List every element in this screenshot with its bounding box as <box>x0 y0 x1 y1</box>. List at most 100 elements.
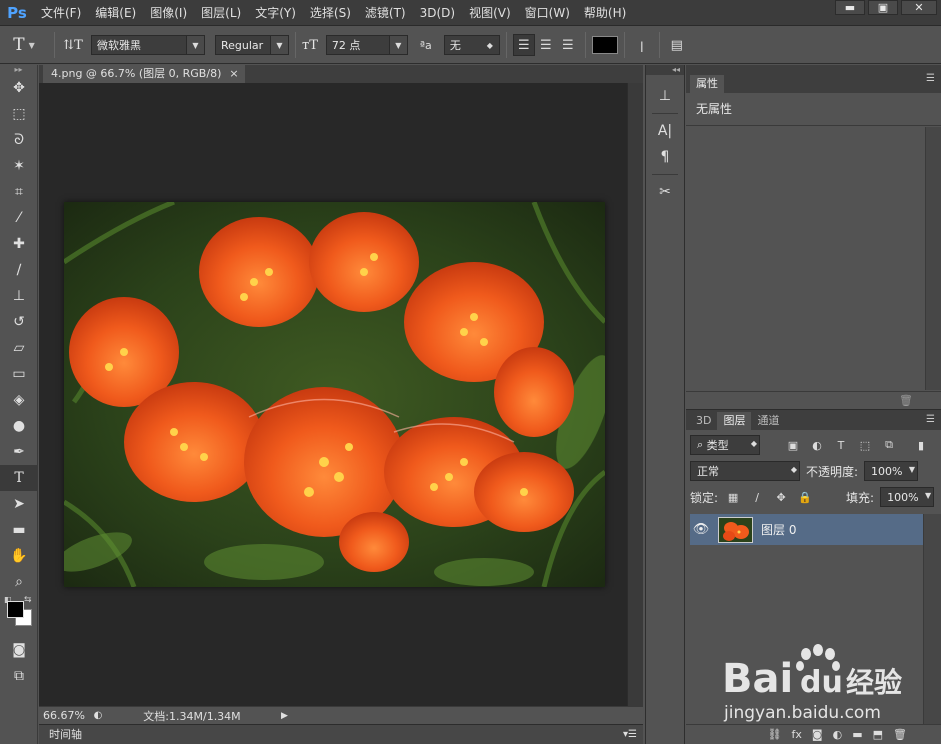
swap-colors-icon[interactable]: ⇆ <box>24 595 32 605</box>
layers-scrollbar[interactable] <box>923 514 941 724</box>
menu-item-1[interactable]: 编辑(E) <box>88 0 143 26</box>
maximize-button[interactable]: ▣ <box>868 0 898 15</box>
lock-image-icon[interactable]: ∕ <box>748 488 766 506</box>
move-tool-button[interactable]: ✥ <box>0 75 38 101</box>
eye-icon[interactable]: 👁 <box>690 522 712 537</box>
tab-properties[interactable]: 属性 <box>690 75 724 93</box>
stamp-tool-button[interactable]: ⊥ <box>0 283 38 309</box>
eyedropper-tool-button[interactable]: ⁄ <box>0 205 38 231</box>
tab-3d[interactable]: 3D <box>690 412 717 430</box>
menu-item-2[interactable]: 图像(I) <box>143 0 194 26</box>
canvas-workspace[interactable] <box>39 83 627 706</box>
properties-tabs: 属性 ☰ <box>686 65 941 93</box>
fill-field[interactable]: 100% ▼ <box>880 487 935 507</box>
tab-layers[interactable]: 图层 <box>717 412 752 430</box>
lasso-tool-button[interactable]: ᘐ <box>0 127 38 153</box>
add-mask-icon[interactable]: ◙ <box>812 728 823 741</box>
menu-item-7[interactable]: 3D(D) <box>413 0 462 26</box>
tab-channels[interactable]: 通道 <box>751 412 785 430</box>
panel-menu-icon[interactable]: ☰ <box>926 414 935 425</box>
filter-toggle-icon[interactable]: ▮ <box>912 436 930 454</box>
filter-pixel-icon[interactable]: ▣ <box>784 436 802 454</box>
menu-item-9[interactable]: 窗口(W) <box>518 0 577 26</box>
brush-tool-button[interactable]: ∕ <box>0 257 38 283</box>
marquee-tool-button[interactable]: ⬚ <box>0 101 38 127</box>
text-orientation-toggle[interactable]: ⇅T <box>61 38 85 53</box>
adjustment-layer-icon[interactable]: ◐ <box>833 728 843 741</box>
tools-panel-button[interactable]: ✂ <box>646 179 684 205</box>
layer-style-icon[interactable]: fx <box>792 728 802 741</box>
font-family-dropdown[interactable]: 微软雅黑 ▼ <box>91 35 205 55</box>
close-tab-icon[interactable]: × <box>229 65 238 83</box>
menu-item-8[interactable]: 视图(V) <box>462 0 518 26</box>
warp-text-button[interactable]: ꞁ <box>631 34 653 56</box>
quick-mask-button[interactable]: ◙ <box>0 637 38 663</box>
delete-layer-icon[interactable]: 🗑 <box>893 728 907 741</box>
timeline-panel-tab[interactable]: 时间轴 ▾☰ <box>39 724 643 744</box>
new-group-icon[interactable]: ▬ <box>852 728 862 741</box>
filter-adjustment-icon[interactable]: ◐ <box>808 436 826 454</box>
crop-tool-button[interactable]: ⌗ <box>0 179 38 205</box>
history-brush-tool-button[interactable]: ↺ <box>0 309 38 335</box>
opacity-field[interactable]: 100% ▼ <box>864 461 919 481</box>
menu-item-5[interactable]: 选择(S) <box>303 0 358 26</box>
text-color-swatch[interactable] <box>591 36 618 54</box>
status-arrow-icon[interactable]: ▶ <box>281 711 288 721</box>
panel-collapse-icon[interactable]: ▸▸ <box>0 65 37 75</box>
tool-preset-picker[interactable]: T ▼ <box>0 35 48 55</box>
document-tab[interactable]: 4.png @ 66.7% (图层 0, RGB/8) × <box>43 65 245 83</box>
font-size-dropdown[interactable]: 72 点 ▼ <box>325 35 408 55</box>
panel-menu-icon[interactable]: ☰ <box>926 73 935 84</box>
menu-item-3[interactable]: 图层(L) <box>194 0 248 26</box>
lock-position-icon[interactable]: ✥ <box>772 488 790 506</box>
link-layers-icon[interactable]: ⛓ <box>768 728 782 741</box>
filter-smart-object-icon[interactable]: ⧉ <box>880 436 898 454</box>
filter-type-icon[interactable]: T <box>832 436 850 454</box>
zoom-level[interactable]: 66.67% <box>39 709 89 722</box>
align-left-button[interactable]: ☰ <box>512 34 535 56</box>
foreground-color[interactable] <box>7 601 24 618</box>
align-center-button[interactable]: ☰ <box>535 34 557 56</box>
menu-item-10[interactable]: 帮助(H) <box>577 0 633 26</box>
status-menu-icon[interactable]: ◐ <box>89 710 107 721</box>
properties-scrollbar[interactable] <box>925 127 941 390</box>
layer-filter-dropdown[interactable]: ⌕ 类型 ◆ <box>690 435 760 455</box>
menu-item-4[interactable]: 文字(Y) <box>248 0 303 26</box>
type-tool-button[interactable]: T <box>0 465 38 491</box>
close-button[interactable]: ✕ <box>901 0 937 15</box>
antialias-dropdown[interactable]: 无 ◆ <box>443 35 500 55</box>
magic-wand-tool-button[interactable]: ✶ <box>0 153 38 179</box>
filter-shape-icon[interactable]: ⬚ <box>856 436 874 454</box>
paragraph-panel-button[interactable]: ¶ <box>646 144 684 170</box>
panel-collapse-icon[interactable]: ◂◂ <box>646 65 684 75</box>
character-panel-button[interactable]: A| <box>646 118 684 144</box>
eraser-tool-button[interactable]: ▱ <box>0 335 38 361</box>
lock-all-icon[interactable]: 🔒 <box>796 488 814 506</box>
new-layer-icon[interactable]: ⬒ <box>873 728 883 741</box>
character-panel-button[interactable]: ▤ <box>666 34 688 56</box>
font-style-value: Regular <box>221 38 264 52</box>
canvas-vertical-scrollbar[interactable] <box>627 83 643 706</box>
blend-mode-dropdown[interactable]: 正常 ◆ <box>690 461 800 481</box>
path-selection-tool-button[interactable]: ➤ <box>0 491 38 517</box>
menu-item-6[interactable]: 滤镜(T) <box>358 0 413 26</box>
hand-tool-button[interactable]: ✋ <box>0 543 38 569</box>
font-style-dropdown[interactable]: Regular ▼ <box>215 35 289 55</box>
trash-icon[interactable]: 🗑 <box>899 394 913 407</box>
blur-tool-button[interactable]: ◈ <box>0 387 38 413</box>
gradient-tool-button[interactable]: ▭ <box>0 361 38 387</box>
lock-transparent-icon[interactable]: ▦ <box>724 488 742 506</box>
zoom-tool-button[interactable]: ⌕ <box>0 569 38 595</box>
document-canvas-image[interactable] <box>64 202 605 587</box>
layer-row[interactable]: 👁 图层 0 <box>690 514 923 545</box>
panel-menu-icon[interactable]: ▾☰ <box>623 725 637 744</box>
align-right-button[interactable]: ☰ <box>557 34 579 56</box>
shape-tool-button[interactable]: ▬ <box>0 517 38 543</box>
screen-mode-button[interactable]: ⧉ <box>0 663 38 689</box>
tool-presets-button[interactable]: ⊥ <box>646 83 684 109</box>
healing-brush-tool-button[interactable]: ✚ <box>0 231 38 257</box>
pen-tool-button[interactable]: ✒ <box>0 439 38 465</box>
minimize-button[interactable]: ▬ <box>835 0 865 15</box>
menu-item-0[interactable]: 文件(F) <box>34 0 88 26</box>
dodge-tool-button[interactable]: ● <box>0 413 38 439</box>
